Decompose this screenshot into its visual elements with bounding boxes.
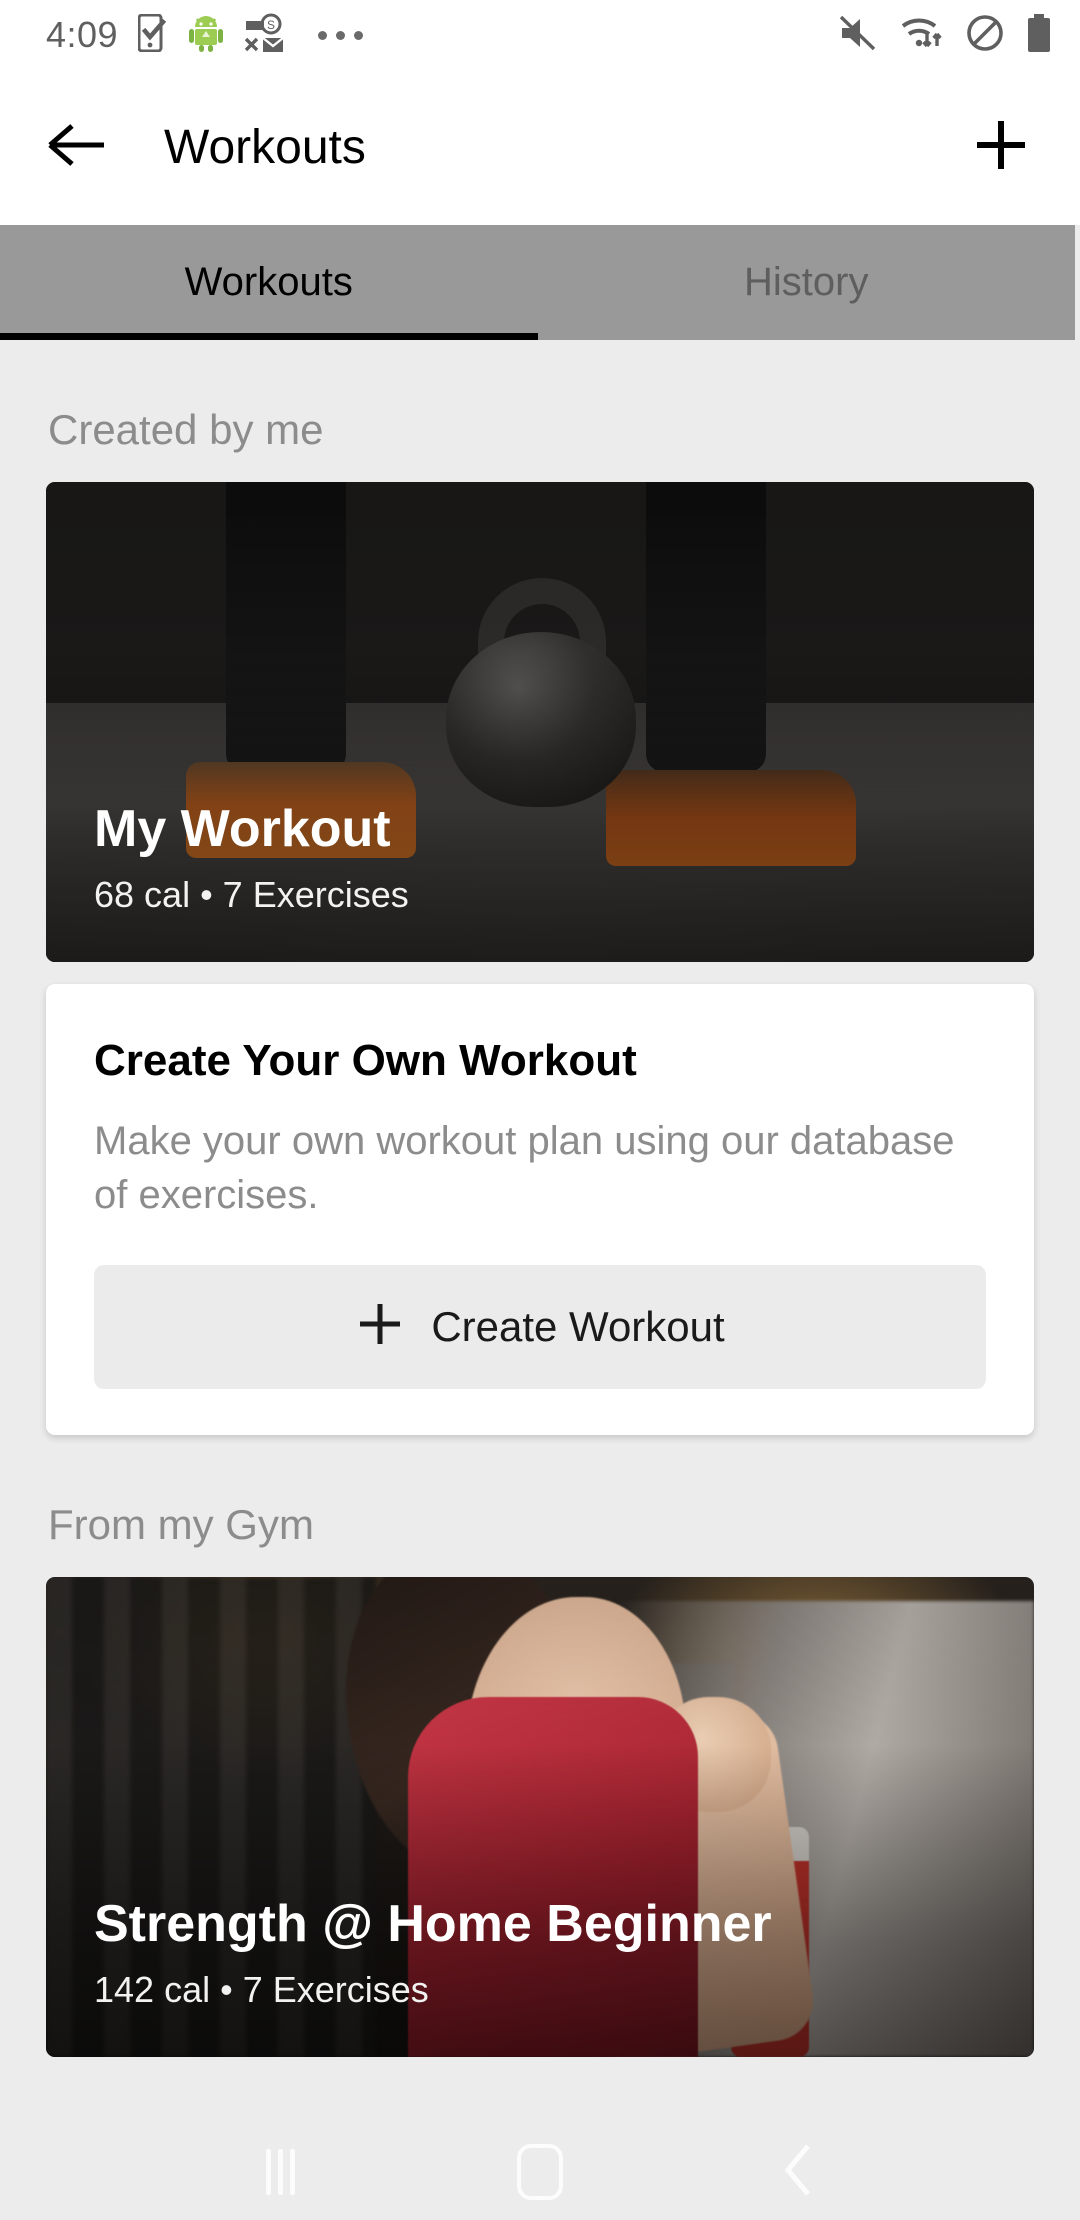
workout-name: My Workout bbox=[94, 799, 391, 858]
create-workout-description: Make your own workout plan using our dat… bbox=[94, 1119, 955, 1218]
workout-card-caption: My Workout 68 cal • 7 Exercises bbox=[94, 799, 1004, 916]
recents-button[interactable] bbox=[235, 2127, 325, 2217]
add-workout-button[interactable] bbox=[966, 113, 1036, 183]
plus-icon bbox=[972, 116, 1030, 179]
vpn-key-mail-icon: S bbox=[244, 13, 286, 58]
more-dots-icon bbox=[318, 30, 364, 40]
workout-name: Strength @ Home Beginner bbox=[94, 1894, 772, 1953]
page-title: Workouts bbox=[164, 121, 366, 174]
back-button[interactable] bbox=[42, 113, 112, 183]
recents-icon bbox=[265, 2149, 295, 2195]
do-not-disturb-icon bbox=[966, 14, 1004, 57]
arrow-back-icon bbox=[46, 123, 108, 172]
create-workout-button-label: Create Workout bbox=[431, 1302, 725, 1350]
home-icon bbox=[517, 2144, 563, 2200]
status-bar-right bbox=[838, 13, 1052, 58]
back-chevron-icon bbox=[780, 2141, 820, 2204]
app-bar: Workouts bbox=[0, 70, 1080, 225]
tab-history-label: History bbox=[744, 260, 869, 304]
status-bar-clock: 4:09 bbox=[46, 14, 119, 55]
workout-card-caption: Strength @ Home Beginner 142 cal • 7 Exe… bbox=[94, 1894, 1004, 2011]
status-bar: 4:09 S bbox=[0, 0, 1080, 70]
create-workout-title: Create Your Own Workout bbox=[94, 1036, 637, 1085]
workout-meta: 68 cal • 7 Exercises bbox=[94, 874, 409, 915]
tab-workouts[interactable]: Workouts bbox=[0, 225, 538, 340]
tab-bar: Workouts History bbox=[0, 225, 1075, 340]
workout-card-my-workout[interactable]: My Workout 68 cal • 7 Exercises bbox=[46, 482, 1034, 962]
tab-workouts-label: Workouts bbox=[184, 260, 353, 304]
workout-meta: 142 cal • 7 Exercises bbox=[94, 1968, 429, 2010]
section-title-from-my-gym: From my Gym bbox=[48, 1500, 314, 1548]
back-button-nav[interactable] bbox=[755, 2127, 845, 2217]
volume-mute-icon bbox=[838, 15, 878, 56]
home-button[interactable] bbox=[495, 2127, 585, 2217]
android-robot-icon bbox=[188, 14, 224, 57]
create-workout-button[interactable]: Create Workout bbox=[94, 1264, 986, 1389]
android-nav-bar bbox=[0, 2124, 1080, 2220]
content-area: Created by me My Workout 68 cal • 7 Exer… bbox=[0, 340, 1080, 2057]
wifi-icon bbox=[900, 14, 944, 57]
phone-check-icon bbox=[137, 13, 168, 57]
create-workout-card: Create Your Own Workout Make your own wo… bbox=[46, 984, 1034, 1435]
svg-text:S: S bbox=[267, 18, 275, 32]
section-title-created-by-me: Created by me bbox=[48, 406, 324, 453]
battery-icon bbox=[1026, 13, 1052, 58]
workout-card-strength-home-beginner[interactable]: Strength @ Home Beginner 142 cal • 7 Exe… bbox=[46, 1576, 1034, 2057]
status-bar-left: 4:09 S bbox=[46, 13, 364, 58]
plus-icon bbox=[355, 1299, 405, 1354]
tab-history[interactable]: History bbox=[538, 225, 1076, 340]
